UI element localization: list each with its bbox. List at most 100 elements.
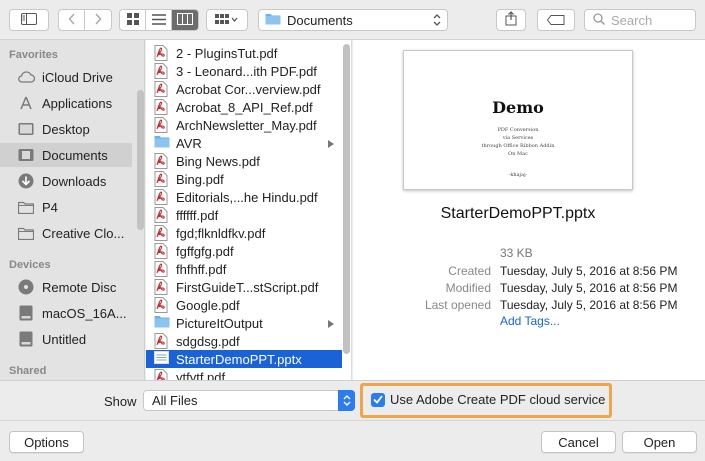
cancel-button[interactable]: Cancel [541,431,616,453]
file-name: Google.pdf [176,297,240,313]
add-tags-link[interactable]: Add Tags... [500,314,560,328]
sidebar-item-macos-16a[interactable]: macOS_16A... [0,301,132,325]
file-column-scrollbar[interactable] [343,44,350,354]
file-row[interactable]: StarterDemoPPT.pptx [146,350,342,368]
modified-label: Modified [445,281,491,295]
file-row[interactable]: 2 - PluginsTut.pdf [146,44,342,62]
devices-header: Devices [9,259,51,271]
file-name: fhfhff.pdf [176,261,227,277]
file-name: sdgdsg.pdf [176,333,240,349]
show-file-type-select[interactable]: All Files [143,390,355,411]
file-name: fgd;flknldfkv.pdf [176,225,266,241]
cloud-service-option[interactable]: Use Adobe Create PDF cloud service [371,392,605,407]
sidebar-item-creative-clo[interactable]: Creative Clo... [0,221,132,245]
sidebar-item-label: Downloads [42,173,107,189]
sidebar-item-untitled[interactable]: Untitled [0,327,132,351]
documents-icon [16,146,36,164]
grid-icon [126,12,139,28]
file-name: PictureItOutput [176,315,263,331]
pdf-file-icon [154,225,170,241]
divider [0,420,705,421]
sidebar-item-remote-disc[interactable]: Remote Disc [0,275,132,299]
file-name: StarterDemoPPT.pptx [176,351,302,367]
pdf-file-icon [154,261,170,277]
file-row[interactable]: fhfhff.pdf [146,260,342,278]
options-button[interactable]: Options [9,431,84,453]
file-row[interactable]: Bing.pdf [146,170,342,188]
arrange-grid-icon [215,13,239,28]
file-row[interactable]: ytfytf.pdf [146,368,342,380]
folder-row[interactable]: AVR [146,134,342,152]
tag-button[interactable] [537,9,575,31]
file-row[interactable]: Acrobat_8_API_Ref.pdf [146,98,342,116]
pdf-file-icon [154,333,170,349]
columns-icon [177,12,193,28]
search-field[interactable] [584,9,696,31]
sidebar-item-downloads[interactable]: Downloads [0,169,132,193]
folder-row[interactable]: PictureItOutput [146,314,342,332]
sidebar-toggle-button[interactable] [9,9,49,31]
checkmark-icon [373,392,383,407]
thumbnail-line: via Services [502,135,534,141]
disc-icon [16,278,36,296]
bottom-bar: Show All Files Use Adobe Create PDF clou… [0,380,705,461]
file-name: fgffgfg.pdf [176,243,234,259]
downloads-icon [16,172,36,190]
file-row[interactable]: FirstGuideT...stScript.pdf [146,278,342,296]
share-button[interactable] [496,9,526,31]
cloud-service-checkbox[interactable] [371,392,385,407]
pdf-file-icon [154,279,170,295]
sidebar-item-documents[interactable]: Documents [0,143,132,167]
pdf-file-icon [154,81,170,97]
list-view-button[interactable] [146,10,172,30]
sidebar-scrollbar[interactable] [137,90,144,230]
path-label: Documents [287,12,353,28]
sidebar-item-desktop[interactable]: Desktop [0,117,132,141]
disclosure-triangle-icon [328,317,334,332]
file-name: Editorials,...he Hindu.pdf [176,189,318,205]
file-row[interactable]: sdgdsg.pdf [146,332,342,350]
file-row[interactable]: Google.pdf [146,296,342,314]
pdf-file-icon [154,153,170,169]
file-row[interactable]: Acrobat Cor...verview.pdf [146,80,342,98]
path-popup[interactable]: Documents [258,9,448,31]
forward-button[interactable] [85,10,111,30]
sidebar-item-label: Creative Clo... [42,225,125,241]
sidebar-item-label: Untitled [42,331,87,347]
file-row[interactable]: fgd;flknldfkv.pdf [146,224,342,242]
file-row[interactable]: ffffff.pdf [146,206,342,224]
preview-file-size: 33 KB [500,246,533,260]
column-view-button[interactable] [172,10,198,30]
created-value: Tuesday, July 5, 2016 at 8:56 PM [500,264,678,278]
file-row[interactable]: 3 - Leonard...ith PDF.pdf [146,62,342,80]
file-name: AVR [176,135,202,151]
open-button[interactable]: Open [622,431,697,453]
file-row[interactable]: ArchNewsletter_May.pdf [146,116,342,134]
applications-icon [16,94,36,112]
file-row[interactable]: Bing News.pdf [146,152,342,170]
back-button[interactable] [59,10,85,30]
folder-icon [16,198,36,216]
drive-icon [16,304,36,322]
drive-icon [16,330,36,348]
pdf-file-icon [154,369,170,380]
sidebar-item-p4[interactable]: P4 [0,195,132,219]
arrange-button[interactable] [206,9,248,31]
file-name: 3 - Leonard...ith PDF.pdf [176,63,317,79]
file-name: Bing.pdf [176,171,224,187]
sidebar-item-applications[interactable]: Applications [0,91,132,115]
file-row[interactable]: fgffgfg.pdf [146,242,342,260]
pdf-file-icon [154,117,170,133]
file-row[interactable]: Editorials,...he Hindu.pdf [146,188,342,206]
icon-view-button[interactable] [120,10,146,30]
toolbar: Documents [0,0,705,40]
folder-icon [16,224,36,242]
file-column: 2 - PluginsTut.pdf 3 - Leonard...ith PDF.… [146,40,352,380]
sidebar-item-icloud-drive[interactable]: iCloud Drive [0,65,132,89]
thumbnail-line: PDF Conversion [497,127,539,133]
folder-icon [154,135,170,151]
sidebar-icon [21,12,37,28]
search-input[interactable] [611,12,691,28]
search-icon [593,12,605,28]
file-name: FirstGuideT...stScript.pdf [176,279,319,295]
